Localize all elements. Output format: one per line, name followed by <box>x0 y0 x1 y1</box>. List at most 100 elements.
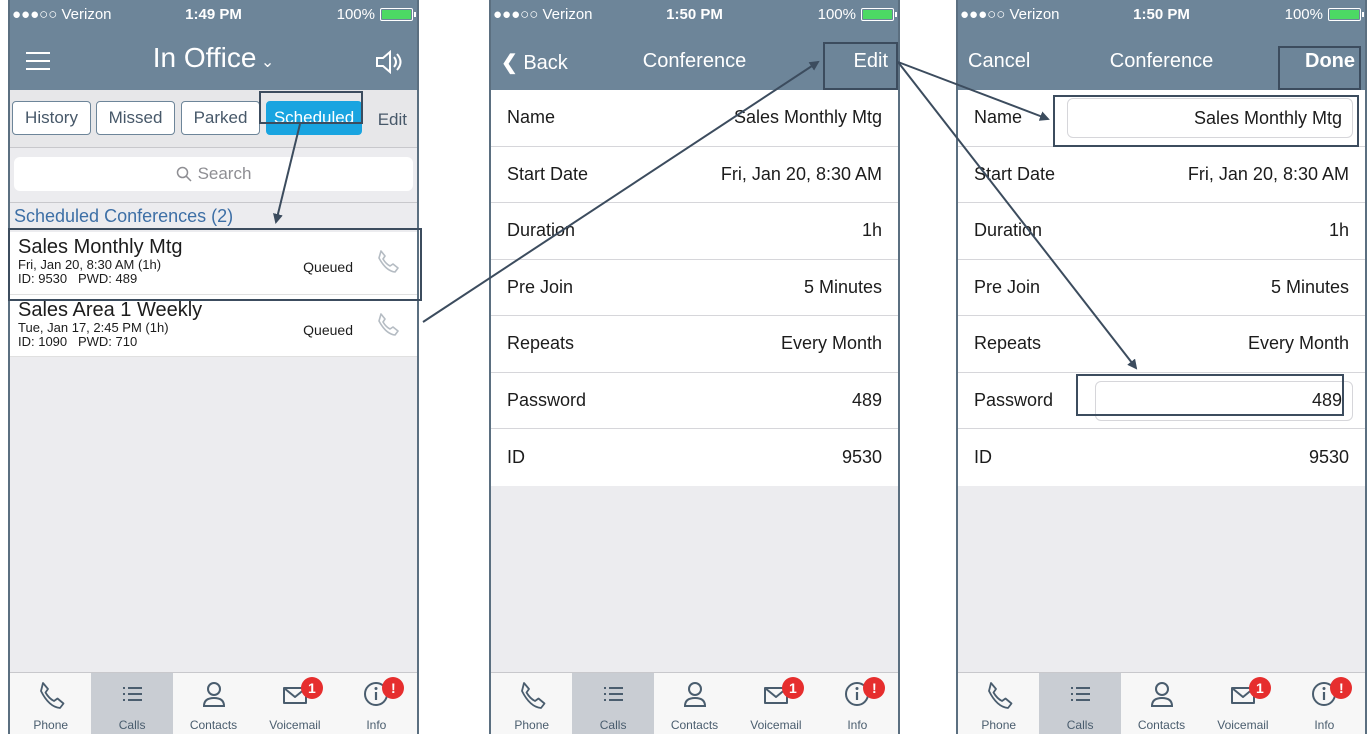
battery: 100% <box>817 6 897 23</box>
detail-label: Pre Join <box>507 276 574 297</box>
status-bar: ●●●○○ Verizon 1:50 PM 100% <box>958 0 1365 28</box>
tab-label: Voicemail <box>750 718 802 732</box>
tab-calls[interactable]: Calls <box>572 673 654 734</box>
highlight-box <box>8 228 422 301</box>
tab-contacts[interactable]: Contacts <box>654 673 735 734</box>
detail-label: ID <box>974 446 992 467</box>
detail-row-id[interactable]: ID 9530 <box>491 429 898 486</box>
tab-label: Phone <box>514 718 550 732</box>
presence-label: In Office <box>152 42 257 73</box>
tab-label: Calls <box>118 718 146 732</box>
presence-selector[interactable]: In Office ⌄ <box>10 42 417 74</box>
status-bar: ●●●○○ Verizon 1:50 PM 100% <box>491 0 898 28</box>
detail-value: 489 <box>851 389 882 410</box>
section-header: Scheduled Conferences (2) <box>14 206 234 226</box>
detail-row-start-date[interactable]: Start Date Fri, Jan 20, 8:30 AM <box>491 147 898 203</box>
battery-percent: 100% <box>817 6 856 23</box>
tab-phone[interactable]: Phone <box>958 673 1039 734</box>
detail-label: Start Date <box>507 163 589 184</box>
detail-row-pre-join[interactable]: Pre Join 5 Minutes <box>491 260 898 316</box>
tab-label: Contacts <box>670 718 719 732</box>
highlight-box <box>259 91 363 124</box>
tab-label: Info <box>1314 718 1335 732</box>
tab-phone[interactable]: Phone <box>10 673 91 734</box>
detail-label: Repeats <box>507 333 575 354</box>
highlight-box <box>1278 46 1361 90</box>
detail-row-id[interactable]: ID 9530 <box>958 429 1365 486</box>
phone-icon <box>36 679 66 718</box>
search-input[interactable]: Search <box>14 157 413 191</box>
detail-row-repeats[interactable]: Repeats Every Month <box>958 316 1365 373</box>
chevron-down-icon: ⌄ <box>256 54 275 71</box>
header: ●●●○○ Verizon 1:49 PM 100% In Office ⌄ <box>10 0 417 90</box>
list-icon <box>1065 679 1095 718</box>
tab-voicemail[interactable]: 1 Voicemail <box>1202 673 1283 734</box>
tab-label: Voicemail <box>269 718 321 732</box>
status-bar: ●●●○○ Verizon 1:49 PM 100% <box>10 0 417 28</box>
list-item[interactable]: Sales Area 1 Weekly Tue, Jan 17, 2:45 PM… <box>10 295 417 357</box>
detail-row-pre-join[interactable]: Pre Join 5 Minutes <box>958 260 1365 316</box>
tab-label: Calls <box>599 718 627 732</box>
detail-label: Name <box>974 107 1023 128</box>
notification-badge: 1 <box>1248 677 1271 699</box>
detail-value: 1h <box>861 220 882 241</box>
highlight-box <box>1053 95 1359 147</box>
battery: 100% <box>336 6 416 23</box>
tab-info[interactable]: ! Info <box>817 673 898 734</box>
tab-phone[interactable]: Phone <box>491 673 572 734</box>
notification-badge: ! <box>1330 677 1353 699</box>
tab-label: Phone <box>981 718 1017 732</box>
detail-row-password[interactable]: Password 489 <box>491 373 898 429</box>
tab-bar: Phone Calls Contacts 1 Voicemail! Info <box>10 672 417 734</box>
detail-row-duration[interactable]: Duration 1h <box>958 203 1365 260</box>
tab-label: Contacts <box>1137 718 1186 732</box>
speaker-icon[interactable] <box>375 50 403 74</box>
detail-label: Password <box>974 389 1054 410</box>
tab-missed[interactable]: Missed <box>96 101 175 135</box>
conference-name: Sales Area 1 Weekly <box>18 299 203 321</box>
tab-voicemail[interactable]: 1 Voicemail <box>254 673 335 734</box>
detail-row-name[interactable]: Name Sales Monthly Mtg <box>491 90 898 147</box>
tab-label: Info <box>366 718 387 732</box>
tab-label: Voicemail <box>1217 718 1269 732</box>
tab-contacts[interactable]: Contacts <box>173 673 254 734</box>
detail-label: Name <box>507 107 556 128</box>
detail-value: 1h <box>1328 220 1349 241</box>
detail-row-start-date[interactable]: Start Date Fri, Jan 20, 8:30 AM <box>958 147 1365 203</box>
notification-badge: ! <box>382 677 405 699</box>
detail-row-duration[interactable]: Duration 1h <box>491 203 898 260</box>
edit-button[interactable]: Edit <box>378 110 407 130</box>
list-icon <box>598 679 628 718</box>
search-placeholder: Search <box>197 164 252 183</box>
detail-label: Pre Join <box>974 276 1041 297</box>
battery-percent: 100% <box>336 6 375 23</box>
search-icon <box>176 166 192 182</box>
detail-value: Fri, Jan 20, 8:30 AM <box>720 163 882 184</box>
detail-value: Every Month <box>780 333 882 354</box>
tab-contacts[interactable]: Contacts <box>1121 673 1202 734</box>
detail-label: Duration <box>974 220 1043 241</box>
battery-percent: 100% <box>1284 6 1323 23</box>
detail-row-repeats[interactable]: Repeats Every Month <box>491 316 898 373</box>
tab-info[interactable]: ! Info <box>1284 673 1365 734</box>
tab-history[interactable]: History <box>12 101 91 135</box>
detail-value: 9530 <box>1308 446 1349 467</box>
detail-label: Password <box>507 389 587 410</box>
tab-calls[interactable]: Calls <box>91 673 173 734</box>
detail-label: Repeats <box>974 333 1042 354</box>
tab-parked[interactable]: Parked <box>181 101 260 135</box>
battery-icon <box>1328 8 1364 21</box>
phone-icon <box>517 679 547 718</box>
search-bar: Search <box>10 148 417 203</box>
tab-bar: Phone Calls Contacts 1 Voicemail! Info <box>491 672 898 734</box>
highlight-box <box>1076 374 1344 416</box>
tab-calls[interactable]: Calls <box>1039 673 1121 734</box>
tab-voicemail[interactable]: 1 Voicemail <box>735 673 816 734</box>
phone-icon[interactable] <box>375 311 401 337</box>
person-icon <box>199 679 229 718</box>
notification-badge: 1 <box>300 677 323 699</box>
battery-icon <box>861 8 897 21</box>
notification-badge: ! <box>863 677 886 699</box>
tab-info[interactable]: ! Info <box>336 673 417 734</box>
tab-label: Contacts <box>189 718 238 732</box>
